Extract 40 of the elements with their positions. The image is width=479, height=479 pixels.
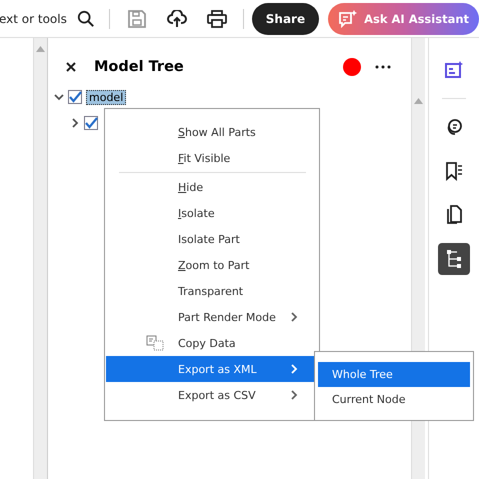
cloud-upload-icon[interactable]	[166, 10, 187, 28]
menu-item[interactable]: Current Node	[318, 387, 470, 412]
collapse-chevron-icon[interactable]	[54, 92, 64, 102]
menu-item[interactable]: Hide	[106, 174, 317, 200]
comment-icon	[445, 118, 463, 136]
menu-item[interactable]: Transparent	[106, 278, 317, 304]
bookmark-icon	[444, 161, 464, 181]
pages-icon	[445, 205, 463, 225]
tree-structure-icon	[445, 249, 463, 269]
share-button[interactable]: Share	[252, 2, 320, 34]
menu-item[interactable]: Fit Visible	[106, 145, 317, 171]
menu-item[interactable]: Copy Data	[106, 330, 317, 356]
search-icon[interactable]	[76, 10, 95, 28]
menu-item[interactable]: Isolate Part	[106, 226, 317, 252]
panel-title: Model Tree	[94, 59, 185, 75]
checkbox[interactable]	[68, 90, 82, 104]
record-indicator	[343, 58, 361, 76]
search-field-text[interactable]: ext or tools	[0, 12, 67, 26]
submenu-chevron-icon[interactable]	[289, 390, 299, 400]
more-options-icon[interactable]	[375, 65, 391, 69]
close-icon[interactable]	[66, 62, 76, 72]
expand-chevron-icon[interactable]	[70, 118, 80, 128]
menu-item[interactable]: Zoom to Part	[106, 252, 317, 278]
menu-item[interactable]: Isolate	[106, 200, 317, 226]
ai-sparkle-icon	[444, 60, 464, 80]
ask-ai-assistant-button[interactable]: Ask AI Assistant	[328, 2, 479, 34]
menu-item[interactable]: Show All Parts	[106, 119, 317, 145]
save-icon[interactable]	[128, 10, 146, 28]
copy-data-icon	[146, 335, 164, 351]
checkbox[interactable]	[84, 116, 98, 130]
submenu-chevron-icon[interactable]	[289, 312, 299, 322]
menu-item[interactable]: Export as CSV	[106, 382, 317, 408]
submenu-chevron-icon[interactable]	[289, 364, 299, 374]
menu-item[interactable]: Whole Tree	[318, 362, 470, 387]
print-icon[interactable]	[206, 10, 227, 28]
ai-chat-sparkle-icon	[338, 10, 358, 28]
tree-node-label[interactable]: model	[86, 90, 126, 104]
sidebar-tool-button[interactable]	[438, 243, 470, 275]
menu-item[interactable]: Export as XML	[106, 356, 317, 382]
menu-item[interactable]: Part Render Mode	[106, 304, 317, 330]
